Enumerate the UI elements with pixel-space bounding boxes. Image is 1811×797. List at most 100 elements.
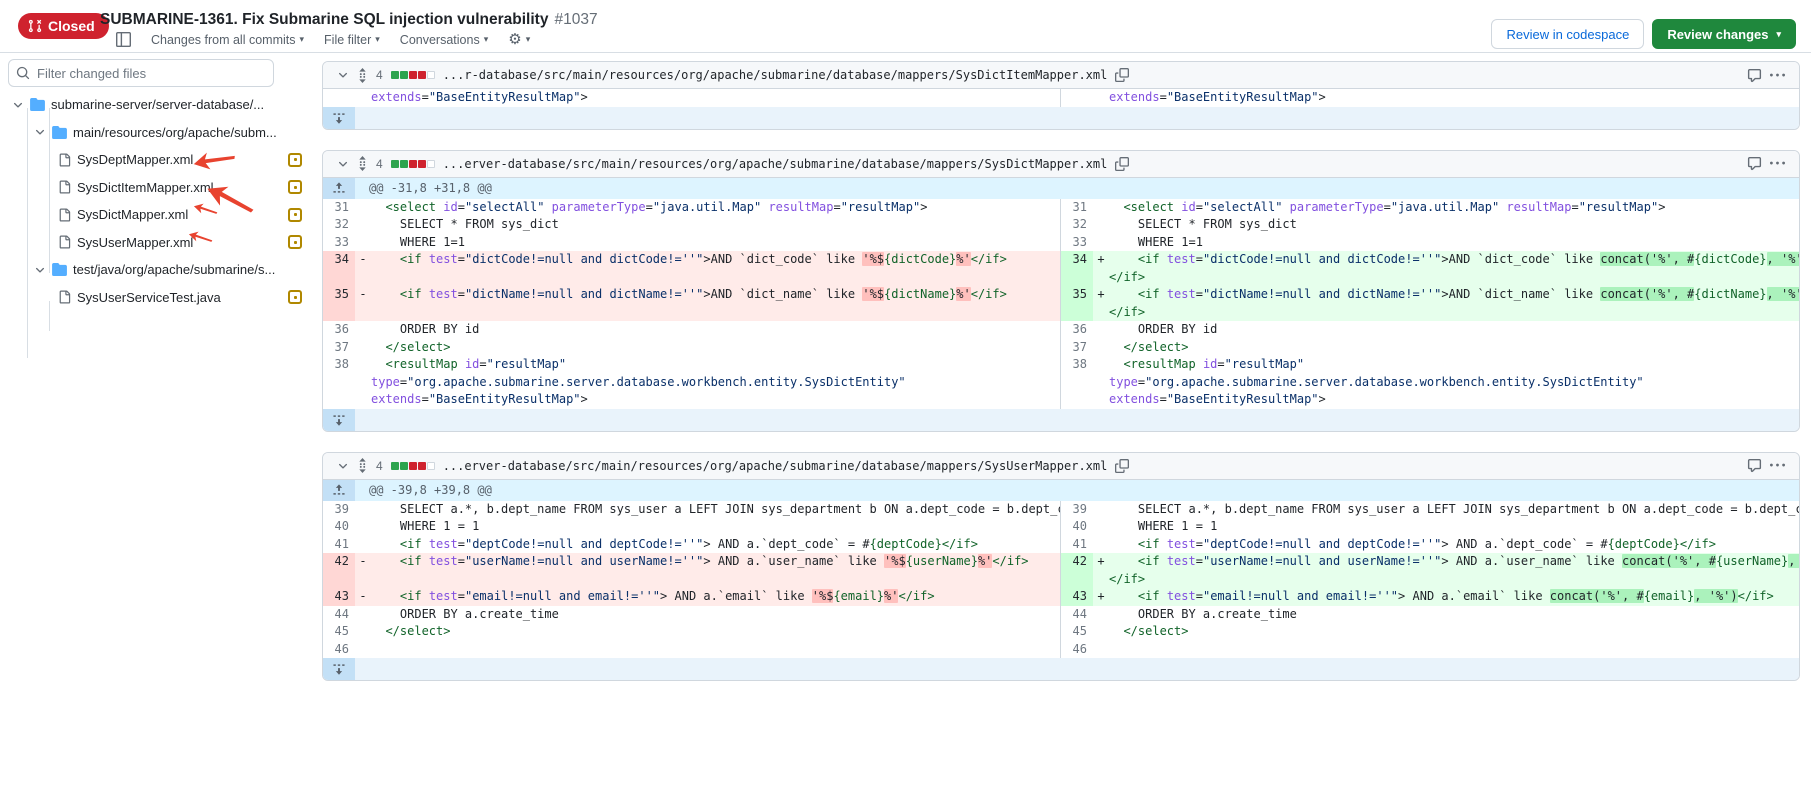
code-line: ORDER BY a.create_time <box>1109 606 1799 624</box>
copy-path-button[interactable] <box>1115 157 1129 171</box>
file-tree-row-main-resources-org-apache-subm-[interactable]: main/resources/org/apache/subm... <box>0 119 310 147</box>
file-tree-row-sysdictitemmapper-xml[interactable]: SysDictItemMapper.xml <box>0 174 310 202</box>
filter-changed-files-input[interactable] <box>8 59 274 87</box>
code-line: </select> <box>371 339 1060 357</box>
file-filter-menu[interactable]: File filter▾ <box>324 33 380 47</box>
expand-down-icon[interactable] <box>323 107 355 129</box>
file-tree-row-submarine-server-server-database-[interactable]: submarine-server/server-database/... <box>0 91 310 119</box>
chevron-down-icon <box>337 69 349 81</box>
line-number[interactable]: 37 <box>323 339 355 357</box>
chevron-down-icon[interactable] <box>34 126 46 138</box>
collapse-file-button[interactable] <box>337 158 349 170</box>
code-line: <if test="dictName!=null and dictName!='… <box>371 286 1060 304</box>
line-number[interactable]: 45 <box>1061 623 1093 641</box>
line-number[interactable]: 43 <box>1061 588 1093 606</box>
code-cell: ORDER BY a.create_time <box>1109 606 1799 624</box>
sidebar-collapse-icon[interactable] <box>116 32 131 47</box>
file-label: SysDictMapper.xml <box>77 207 188 222</box>
copy-path-button[interactable] <box>1115 68 1129 82</box>
file-comment-button[interactable] <box>1747 68 1762 83</box>
code-line: <if test="dictName!=null and dictName!='… <box>1109 286 1799 304</box>
line-number[interactable]: 36 <box>1061 321 1093 339</box>
line-number[interactable]: 33 <box>323 234 355 252</box>
file-tree-row-sysusermapper-xml[interactable]: SysUserMapper.xml <box>0 229 310 257</box>
drag-handle-icon[interactable] <box>357 68 368 83</box>
line-number[interactable]: 45 <box>323 623 355 641</box>
drag-handle-icon[interactable] <box>357 458 368 473</box>
diff-panel-2: 4...erver-database/src/main/resources/or… <box>322 452 1800 682</box>
chevron-down-icon[interactable] <box>34 264 46 276</box>
line-number[interactable]: 31 <box>1061 199 1093 217</box>
code-cell: SELECT a.*, b.dept_name FROM sys_user a … <box>1109 501 1799 519</box>
file-icon <box>58 235 71 249</box>
diffstat-blocks <box>391 160 435 168</box>
code-cell: SELECT * FROM sys_dict <box>371 216 1060 234</box>
line-number[interactable]: 41 <box>1061 536 1093 554</box>
expand-up-icon[interactable] <box>323 480 355 501</box>
line-number[interactable]: 46 <box>1061 641 1093 659</box>
line-number[interactable] <box>323 89 355 107</box>
expand-down-icon[interactable] <box>323 658 355 680</box>
line-number[interactable]: 40 <box>323 518 355 536</box>
caret-down-icon: ▾ <box>1776 29 1781 40</box>
line-number[interactable]: 36 <box>323 321 355 339</box>
line-number[interactable]: 41 <box>323 536 355 554</box>
conversations-menu[interactable]: Conversations▾ <box>400 33 488 47</box>
line-number[interactable]: 34 <box>323 251 355 286</box>
changes-from-menu[interactable]: Changes from all commits▾ <box>151 33 304 47</box>
line-number[interactable]: 31 <box>323 199 355 217</box>
line-number[interactable]: 37 <box>1061 339 1093 357</box>
file-tree-row-sysdeptmapper-xml[interactable]: SysDeptMapper.xml <box>0 146 310 174</box>
line-number[interactable]: 35 <box>323 286 355 321</box>
diff-left-cell: 40 WHERE 1 = 1 <box>323 518 1061 536</box>
copy-icon <box>1115 68 1129 82</box>
line-number[interactable]: 39 <box>1061 501 1093 519</box>
copy-icon <box>1115 157 1129 171</box>
line-number[interactable]: 32 <box>323 216 355 234</box>
file-options-button[interactable] <box>1770 458 1785 473</box>
line-number[interactable]: 33 <box>1061 234 1093 252</box>
collapse-file-button[interactable] <box>337 460 349 472</box>
file-options-button[interactable] <box>1770 156 1785 171</box>
line-number[interactable]: 46 <box>323 641 355 659</box>
line-number[interactable]: 35 <box>1061 286 1093 321</box>
diff-row: 34- <if test="dictCode!=null and dictCod… <box>323 251 1799 286</box>
diff-left-cell: 43- <if test="email!=null and email!=''"… <box>323 588 1061 606</box>
expand-diff-row <box>323 107 1799 129</box>
line-number[interactable]: 43 <box>323 588 355 606</box>
changes-count: 4 <box>376 157 383 171</box>
file-tree-row-test-java-org-apache-submarine-s-[interactable]: test/java/org/apache/submarine/s... <box>0 256 310 284</box>
diff-panel-0: 4...r-database/src/main/resources/org/ap… <box>322 61 1800 130</box>
expand-diff-row <box>323 658 1799 680</box>
line-number[interactable]: 40 <box>1061 518 1093 536</box>
expand-up-icon[interactable] <box>323 178 355 199</box>
chevron-down-icon[interactable] <box>12 99 24 111</box>
line-number[interactable]: 42 <box>323 553 355 588</box>
line-number[interactable]: 38 <box>1061 356 1093 409</box>
line-number[interactable]: 42 <box>1061 553 1093 588</box>
file-comment-button[interactable] <box>1747 156 1762 171</box>
line-number[interactable]: 38 <box>323 356 355 409</box>
code-line: <resultMap id="resultMap" <box>1109 356 1799 374</box>
diff-right-cell: 31 <select id="selectAll" parameterType=… <box>1061 199 1799 217</box>
diff-panel-1: 4...erver-database/src/main/resources/or… <box>322 150 1800 432</box>
collapse-file-button[interactable] <box>337 69 349 81</box>
review-in-codespace-button[interactable]: Review in codespace <box>1491 19 1644 49</box>
file-tree-row-sysuserservicetest-java[interactable]: SysUserServiceTest.java <box>0 284 310 312</box>
line-number[interactable]: 34 <box>1061 251 1093 286</box>
copy-path-button[interactable] <box>1115 459 1129 473</box>
file-comment-button[interactable] <box>1747 458 1762 473</box>
line-number[interactable]: 44 <box>1061 606 1093 624</box>
diff-marker <box>1093 606 1109 624</box>
line-number[interactable]: 44 <box>323 606 355 624</box>
line-number[interactable] <box>1061 89 1093 107</box>
expand-down-icon[interactable] <box>323 409 355 431</box>
line-number[interactable]: 39 <box>323 501 355 519</box>
code-cell: ORDER BY id <box>371 321 1060 339</box>
line-number[interactable]: 32 <box>1061 216 1093 234</box>
drag-handle-icon[interactable] <box>357 156 368 171</box>
file-tree-row-sysdictmapper-xml[interactable]: SysDictMapper.xml <box>0 201 310 229</box>
review-changes-button[interactable]: Review changes▾ <box>1652 19 1796 49</box>
file-options-button[interactable] <box>1770 68 1785 83</box>
diff-settings-menu[interactable]: ⚙▾ <box>508 32 530 47</box>
